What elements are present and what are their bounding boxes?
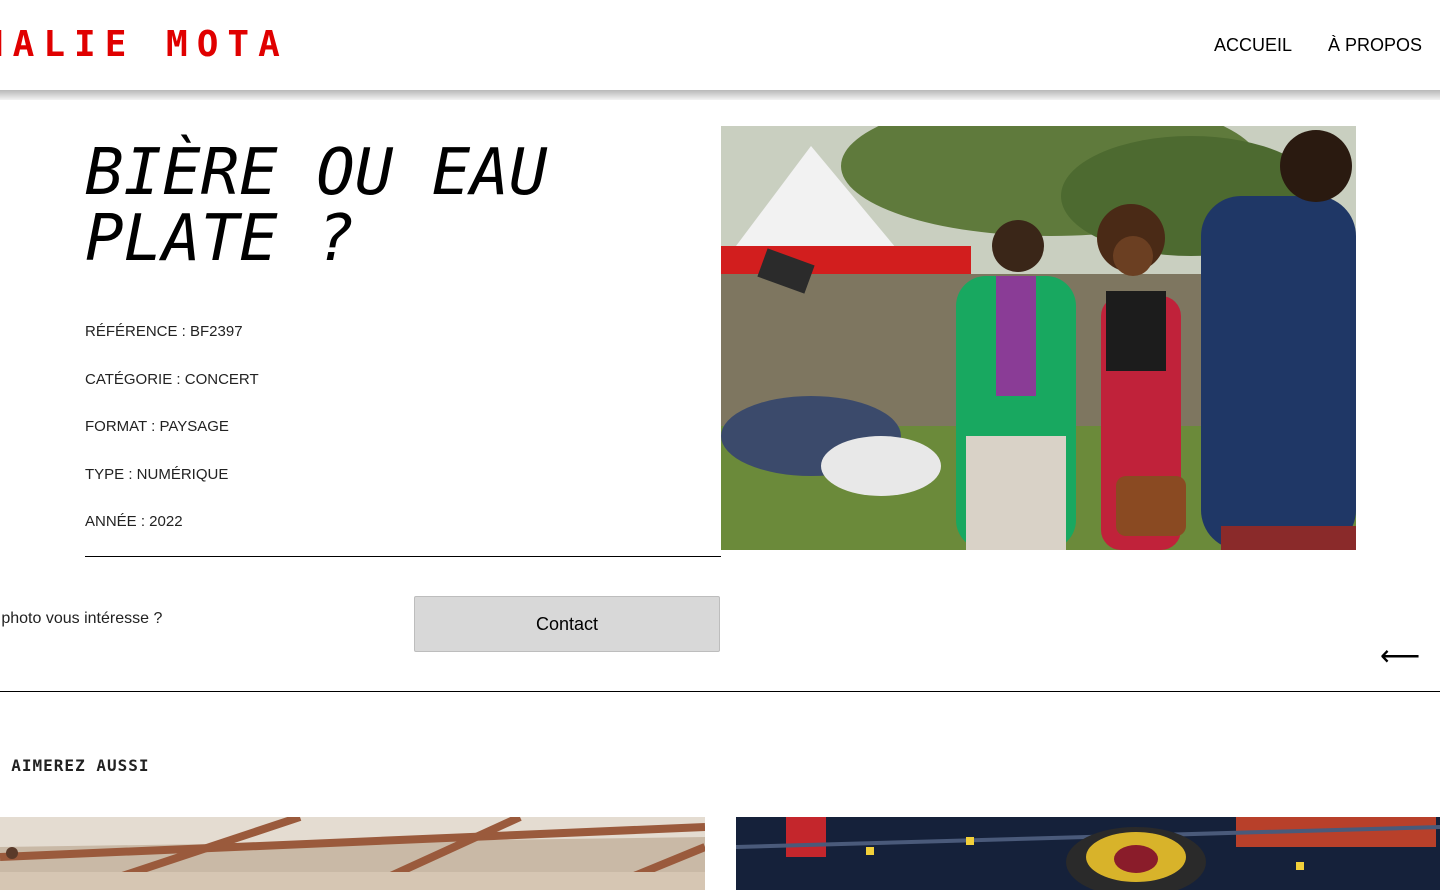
meta-year: ANNÉE : 2022 xyxy=(85,513,183,530)
nav-item-accueil[interactable]: ACCUEIL xyxy=(1214,35,1292,56)
related-heading: S AIMEREZ AUSSI xyxy=(0,756,150,775)
nav-item-a-propos[interactable]: À PROPOS xyxy=(1328,35,1422,56)
meta-category: CATÉGORIE : CONCERT xyxy=(85,370,259,388)
photo-title: BIÈRE OU EAU PLATE ? xyxy=(85,136,548,276)
info-divider xyxy=(85,556,721,557)
main-nav: ACCUEIL À PROPOS xyxy=(1214,35,1422,56)
previous-photo-arrow-icon[interactable]: ⟵ xyxy=(1380,641,1420,671)
related-photo-1[interactable] xyxy=(0,817,705,890)
meta-format: FORMAT : PAYSAGE xyxy=(85,418,229,435)
main-photo xyxy=(721,126,1356,550)
header-shadow xyxy=(0,90,1440,100)
photo-meta-list: RÉFÉRENCE : BF2397 CATÉGORIE : CONCERT F… xyxy=(85,322,259,560)
section-divider xyxy=(0,691,1440,692)
related-photo-2[interactable] xyxy=(736,817,1440,890)
site-header: HALIE MOTA ACCUEIL À PROPOS xyxy=(0,0,1440,90)
meta-reference: RÉFÉRENCE : BF2397 xyxy=(85,323,243,340)
photo-interest-text: e photo vous intéresse ? xyxy=(0,610,163,627)
site-logo[interactable]: HALIE MOTA xyxy=(0,24,289,65)
meta-type: TYPE : NUMÉRIQUE xyxy=(85,465,229,483)
contact-button[interactable]: Contact xyxy=(414,596,720,652)
